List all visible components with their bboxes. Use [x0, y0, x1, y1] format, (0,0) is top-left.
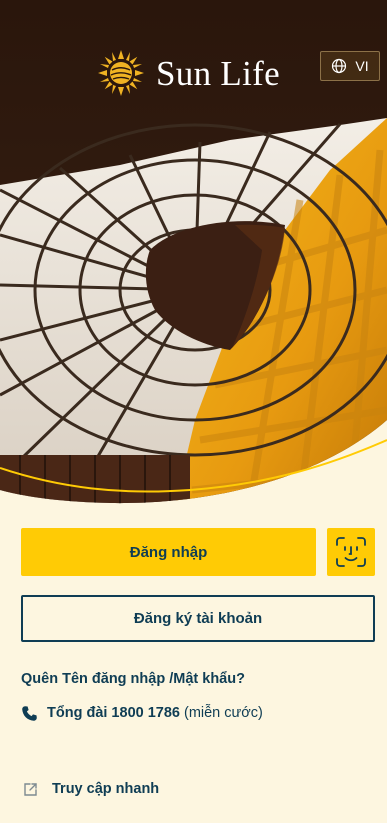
register-button[interactable]: Đăng ký tài khoản: [21, 595, 375, 642]
face-id-icon: [336, 537, 366, 567]
globe-icon: [332, 58, 347, 74]
quick-access-label: Truy cập nhanh: [52, 781, 160, 797]
brand-name: Sun Life: [156, 53, 280, 93]
hotline-link[interactable]: Tổng đài 1800 1786 (miễn cước): [21, 703, 263, 723]
forgot-credentials-link[interactable]: Quên Tên đăng nhập /Mật khẩu?: [21, 671, 245, 687]
language-toggle[interactable]: VI: [320, 51, 380, 81]
sun-icon: [98, 50, 144, 96]
hotline-note: (miễn cước): [183, 705, 263, 721]
hotline-label: Tổng đài 1800 1786: [47, 705, 180, 721]
sun-life-logo: Sun Life: [96, 46, 280, 100]
quick-access-link[interactable]: Truy cập nhanh: [23, 779, 159, 799]
face-login-button[interactable]: [327, 528, 375, 576]
hero-banner: Sun Life VI: [0, 0, 387, 505]
login-button[interactable]: Đăng nhập: [21, 528, 316, 576]
external-link-icon: [24, 782, 37, 796]
language-label: VI: [355, 58, 369, 74]
phone-icon: [22, 705, 37, 721]
